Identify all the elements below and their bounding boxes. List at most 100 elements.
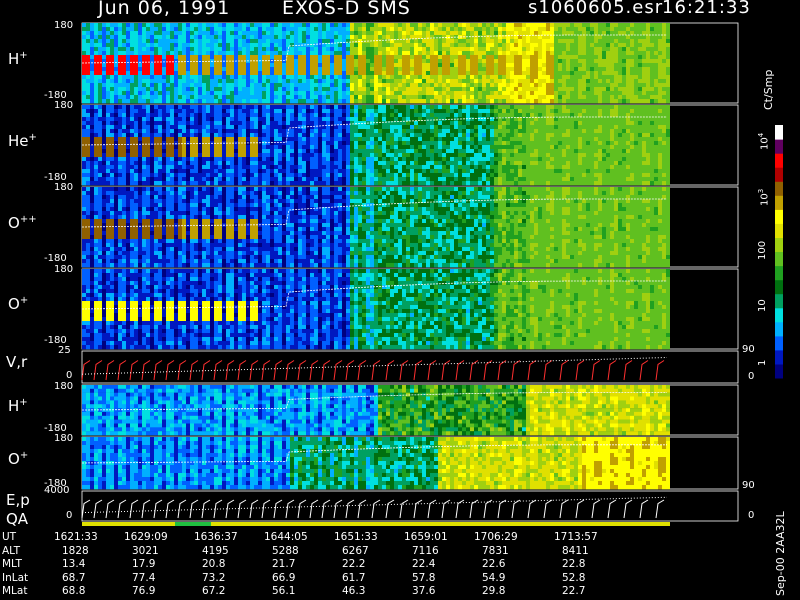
heat-cell: [398, 23, 402, 28]
heat-cell: [266, 59, 270, 64]
heat-cell: [254, 75, 258, 80]
heat-cell: [414, 99, 418, 104]
heat-cell: [398, 75, 402, 80]
heat-cell: [442, 157, 446, 162]
heat-cell: [434, 141, 438, 146]
heat-cell: [406, 67, 410, 72]
heat-cell: [114, 75, 118, 80]
heat-cell: [262, 105, 266, 110]
heat-cell: [146, 157, 150, 162]
heat-cell: [342, 133, 346, 138]
heat-cell: [398, 59, 402, 64]
heat-cell: [198, 51, 202, 56]
heat-cell: [462, 39, 466, 44]
heat-cell: [118, 129, 122, 134]
heat-cell: [190, 91, 194, 96]
heat-cell: [362, 47, 366, 52]
heat-cell: [414, 157, 418, 162]
heat-cell: [178, 133, 182, 138]
heat-cell: [230, 47, 234, 52]
heat-cell: [118, 121, 122, 126]
heat-cell: [634, 91, 638, 96]
heat-cell: [238, 137, 242, 142]
heat-cell: [342, 55, 346, 60]
heat-cell: [582, 95, 586, 100]
heat-cell: [230, 157, 234, 162]
heat-cell: [322, 23, 326, 28]
heat-cell: [250, 145, 254, 150]
heat-cell: [478, 117, 482, 122]
heat-cell: [302, 105, 306, 110]
heat-cell: [270, 149, 274, 154]
heat-cell: [158, 149, 162, 154]
heat-cell: [394, 105, 398, 110]
heat-cell: [454, 83, 458, 88]
heat-cell: [650, 67, 654, 72]
heat-cell: [482, 31, 486, 36]
heat-cell: [458, 121, 462, 126]
heat-cell: [422, 113, 426, 118]
heat-cell: [438, 27, 442, 32]
heat-cell: [114, 99, 118, 104]
heat-cell: [118, 113, 122, 118]
heat-cell: [242, 99, 246, 104]
heat-cell: [470, 177, 474, 182]
heat-cell: [622, 39, 626, 44]
heat-cell: [278, 67, 282, 72]
heat-cell: [466, 141, 470, 146]
heat-cell: [418, 153, 422, 158]
heat-cell: [126, 35, 130, 40]
heat-cell: [478, 109, 482, 114]
heat-cell: [162, 161, 166, 166]
heat-cell: [258, 75, 262, 80]
heat-cell: [326, 105, 330, 110]
heat-cell: [654, 91, 658, 96]
heat-cell: [502, 51, 506, 56]
heat-cell: [430, 109, 434, 114]
heat-cell: [162, 157, 166, 162]
heat-cell: [546, 67, 550, 72]
heat-cell: [322, 87, 326, 92]
heat-cell: [446, 63, 450, 68]
heat-cell: [194, 121, 198, 126]
heat-cell: [650, 83, 654, 88]
heat-cell: [474, 43, 478, 48]
heat-cell: [322, 75, 326, 80]
heat-cell: [434, 149, 438, 154]
heat-cell: [602, 95, 606, 100]
heat-cell: [434, 67, 438, 72]
heat-cell: [498, 59, 502, 64]
heat-cell: [294, 177, 298, 182]
heat-cell: [202, 181, 206, 186]
heat-cell: [310, 141, 314, 146]
heat-cell: [94, 173, 98, 178]
heat-cell: [514, 95, 518, 100]
heat-cell: [438, 149, 442, 154]
heat-cell: [514, 43, 518, 48]
heat-cell: [190, 67, 194, 72]
heat-cell: [486, 55, 490, 60]
heat-cell: [130, 173, 134, 178]
heat-cell: [386, 79, 390, 84]
heat-cell: [618, 95, 622, 100]
heat-cell: [82, 169, 86, 174]
heat-cell: [278, 149, 282, 154]
heat-cell: [406, 181, 410, 186]
heat-cell: [506, 91, 510, 96]
heat-cell: [202, 157, 206, 162]
heat-cell: [602, 63, 606, 68]
heat-cell: [254, 95, 258, 100]
heat-cell: [586, 75, 590, 80]
heat-cell: [398, 47, 402, 52]
heat-cell: [426, 121, 430, 126]
heat-cell: [634, 99, 638, 104]
heat-cell: [554, 99, 558, 104]
heat-cell: [350, 177, 354, 182]
heat-cell: [306, 165, 310, 170]
heat-cell: [134, 133, 138, 138]
heat-cell: [330, 67, 334, 72]
heat-cell: [334, 43, 338, 48]
heat-cell: [326, 95, 330, 100]
heat-cell: [226, 129, 230, 134]
heat-cell: [586, 51, 590, 56]
